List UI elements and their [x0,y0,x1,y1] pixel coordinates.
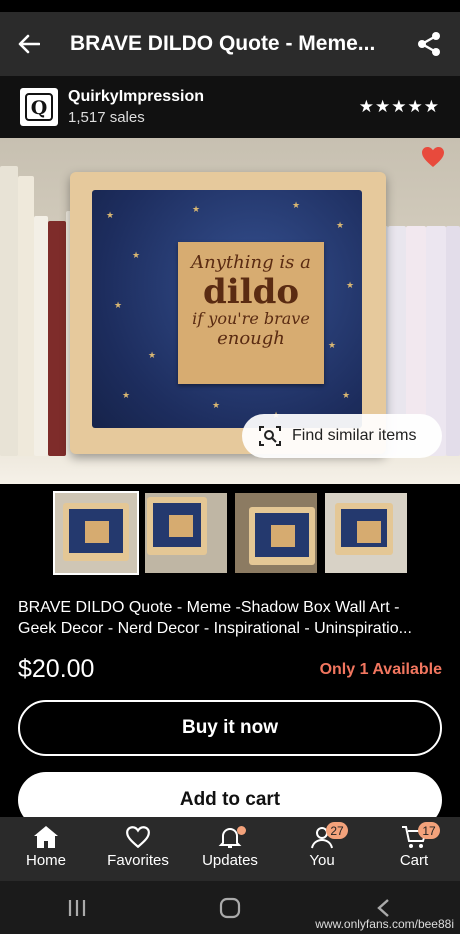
thumbnail-3[interactable] [235,492,317,573]
shop-header[interactable]: Q QuirkyImpression 1,517 sales ★★★★★ [0,76,460,138]
find-similar-button[interactable]: Find similar items [242,414,442,458]
home-system-button[interactable] [153,897,306,919]
book-spine [446,226,460,456]
listing-details: BRAVE DILDO Quote - Meme -Shadow Box Wal… [0,581,460,828]
heart-icon [422,147,444,167]
book-spine [0,166,18,456]
shop-sales-count: 1,517 sales [68,109,145,126]
thumbnail-strip [0,484,460,581]
availability-badge: Only 1 Available [319,660,442,678]
shadow-box-frame: ★ ★ ★ ★ ★ ★ ★ ★ ★ ★ ★ ★ ★ Anything is a … [70,172,386,454]
shop-logo: Q [20,88,58,126]
notification-dot [237,826,246,835]
recent-apps-button[interactable] [0,899,153,917]
chevron-left-icon [377,898,390,917]
thumbnail-4[interactable] [325,492,407,573]
thumbnail-2[interactable] [145,492,227,573]
thumbnail-1[interactable] [53,490,139,575]
home-circle-icon [219,897,241,918]
price: $20.00 [18,655,95,683]
book-spine [34,216,48,456]
buy-now-button[interactable]: Buy it now [18,700,442,756]
favorite-button[interactable] [420,144,446,170]
tab-home[interactable]: Home [0,817,92,881]
share-button[interactable] [412,27,446,61]
tab-you[interactable]: 27 You [276,817,368,881]
share-icon [418,32,440,56]
tab-cart[interactable]: 17 Cart [368,817,460,881]
book-spine [18,176,34,456]
star-rating: ★★★★★ [358,97,440,116]
you-badge: 27 [326,822,348,839]
page-title: BRAVE DILDO Quote - Meme... [70,32,376,55]
home-icon [34,826,58,848]
top-app-bar: BRAVE DILDO Quote - Meme... [0,12,460,76]
bottom-tab-bar: Home Favorites Updates 27 You 17 Cart [0,817,460,881]
system-back-button[interactable] [307,898,460,918]
heart-icon [126,826,150,849]
status-bar [0,0,460,12]
tab-updates[interactable]: Updates [184,817,276,881]
tab-favorites[interactable]: Favorites [92,817,184,881]
svg-text:Q: Q [31,97,48,119]
back-button[interactable] [14,29,44,59]
quote-plaque: Anything is a dildo if you're brave enou… [178,242,324,384]
product-image[interactable]: ★ ★ ★ ★ ★ ★ ★ ★ ★ ★ ★ ★ ★ Anything is a … [0,138,460,484]
shop-name[interactable]: QuirkyImpression [68,88,359,106]
listing-title: BRAVE DILDO Quote - Meme -Shadow Box Wal… [18,599,412,637]
visual-search-icon [259,426,281,446]
book-spine [48,221,66,456]
cart-badge: 17 [418,822,440,839]
recent-apps-icon [68,899,85,916]
find-similar-label: Find similar items [292,427,417,444]
arrow-left-icon [18,34,40,54]
starry-background: ★ ★ ★ ★ ★ ★ ★ ★ ★ ★ ★ ★ ★ Anything is a … [92,190,362,428]
watermark: www.onlyfans.com/bee88i [315,917,454,931]
